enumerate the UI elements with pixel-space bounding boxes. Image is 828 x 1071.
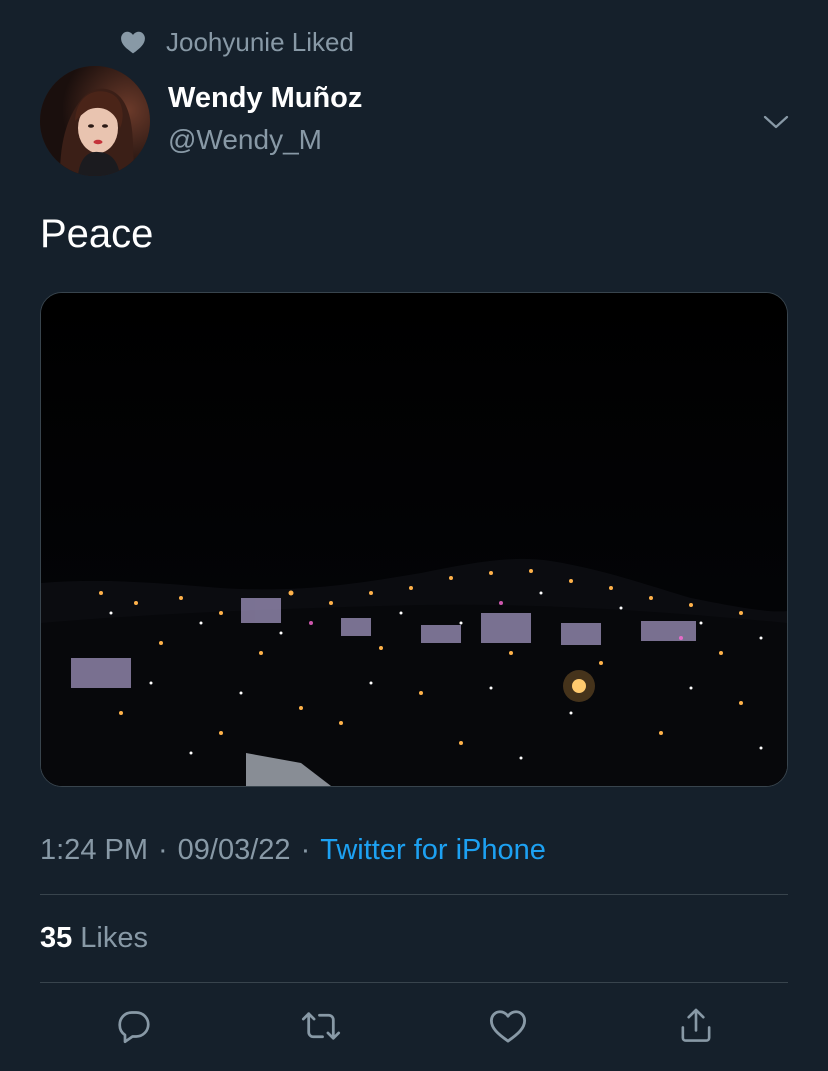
likes-label: Likes	[80, 922, 148, 954]
divider	[40, 894, 788, 895]
social-context-text: Joohyunie Liked	[166, 26, 354, 57]
like-icon[interactable]	[488, 1006, 528, 1046]
tweet-detail-page: Joohyunie Liked Wendy Muñoz @Wendy_M Pea…	[0, 0, 828, 1071]
tweet-meta: 1:24 PM · 09/03/22 · Twitter for iPhone	[40, 834, 546, 867]
meta-separator: ·	[158, 834, 168, 866]
retweet-icon[interactable]	[301, 1006, 341, 1046]
tweet-time: 1:24 PM	[40, 834, 148, 866]
reply-icon[interactable]	[114, 1006, 154, 1046]
heart-icon	[120, 28, 148, 56]
likes-count: 35	[40, 922, 73, 954]
divider	[40, 982, 788, 983]
tweet-source-link[interactable]: Twitter for iPhone	[320, 834, 546, 866]
social-context[interactable]: Joohyunie Liked	[120, 26, 354, 58]
likes-stat[interactable]: 35 Likes	[40, 922, 148, 955]
meta-separator: ·	[300, 834, 311, 866]
chevron-down-icon[interactable]	[760, 106, 792, 138]
tweet-text: Peace	[40, 212, 154, 256]
author-handle[interactable]: @Wendy_M	[168, 124, 322, 156]
author-name[interactable]: Wendy Muñoz	[168, 82, 362, 115]
avatar[interactable]	[40, 66, 150, 176]
share-icon[interactable]	[676, 1006, 716, 1046]
tweet-date: 09/03/22	[177, 834, 291, 866]
tweet-media-image[interactable]	[40, 292, 788, 787]
